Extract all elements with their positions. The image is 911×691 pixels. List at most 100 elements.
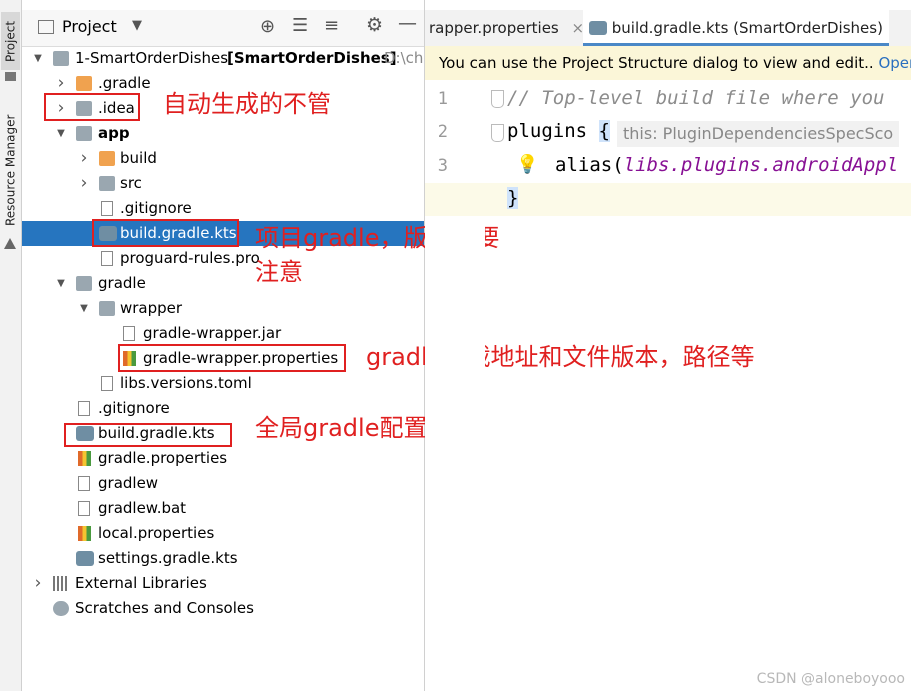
tree-item[interactable]: ▼ app (22, 121, 424, 146)
resource-manager-icon (4, 236, 16, 249)
annotation-box-root-gradle (64, 423, 232, 447)
folder-orange-icon (99, 151, 115, 166)
fold-marker-icon[interactable] (491, 124, 504, 142)
tree-item-label: gradle-wrapper.jar (143, 324, 282, 342)
code-comment: // Top-level build file where you (507, 87, 885, 109)
text-file-icon (101, 251, 113, 266)
tree-item-label: app (98, 124, 130, 142)
banner-text: You can use the Project Structure dialog… (439, 54, 874, 72)
gradle-kts-icon (76, 551, 94, 566)
toml-icon (101, 376, 113, 391)
chevron-down-icon[interactable]: ▼ (55, 121, 67, 146)
tree-item[interactable]: local.properties (22, 521, 424, 546)
tree-item-label: External Libraries (75, 574, 207, 592)
folder-icon (1, 70, 20, 84)
tree-item[interactable]: › src (22, 171, 424, 196)
tree-item[interactable]: ▼ gradle (22, 271, 424, 296)
locate-icon[interactable]: ⊕ (260, 16, 275, 37)
tree-item[interactable]: ▼ 1-SmartOrderDishes [SmartOrderDishes] D:\… (22, 46, 424, 71)
chevron-right-icon[interactable]: › (32, 571, 44, 596)
chevron-down-icon[interactable]: ▼ (55, 271, 67, 296)
tree-item-label: proguard-rules.pro (120, 249, 260, 267)
current-line-highlight (425, 183, 911, 216)
tree-item-label: gradlew.bat (98, 499, 187, 517)
tree-item-label: 1-SmartOrderDishes (75, 49, 229, 67)
libraries-icon (53, 576, 69, 591)
tree-item[interactable]: gradlew.bat (22, 496, 424, 521)
fold-marker-icon[interactable] (491, 90, 504, 108)
gitignore-file-icon (78, 401, 90, 416)
tree-item[interactable]: › External Libraries (22, 571, 424, 596)
tree-item[interactable]: gradle.properties (22, 446, 424, 471)
tab-label: build.gradle.kts (SmartOrderDishes) (611, 19, 883, 37)
tree-item[interactable]: ▼ wrapper (22, 296, 424, 321)
lightbulb-icon[interactable]: 💡 (516, 154, 538, 175)
project-view-icon (38, 20, 54, 34)
tree-item[interactable]: Scratches and Consoles (22, 596, 424, 621)
tree-item-label: gradle.properties (98, 449, 228, 467)
annotation-box-wrapper (118, 344, 346, 372)
watermark: CSDN @aloneboyooo (756, 671, 905, 687)
tree-item-label: libs.versions.toml (120, 374, 252, 392)
tree-item[interactable]: .gitignore (22, 196, 424, 221)
text-file-icon (78, 501, 90, 516)
gear-icon[interactable]: ⚙ (366, 14, 383, 36)
minimize-icon[interactable]: — (398, 12, 417, 34)
project-panel-toolbar: Project ▼ ⊕ ☰ ≡ ⚙ — (22, 10, 424, 47)
gitignore-file-icon (101, 201, 113, 216)
expand-all-icon[interactable]: ☰ (292, 15, 308, 36)
folder-gray-icon (76, 276, 92, 291)
project-tool-tab[interactable]: Project (1, 12, 20, 70)
tree-item-label: .gitignore (98, 399, 170, 417)
code-line-2: plugins { (507, 120, 610, 142)
tree-item[interactable]: settings.gradle.kts (22, 546, 424, 571)
line-number: 1 (437, 89, 448, 109)
jar-icon (123, 326, 135, 341)
line-number: 2 (437, 122, 448, 142)
tab-build-gradle-kts[interactable]: build.gradle.kts (SmartOrderDishes) (583, 10, 889, 46)
tree-item-label: wrapper (120, 299, 183, 317)
plugins-keyword: plugins (507, 120, 588, 142)
tree-item-label: settings.gradle.kts (98, 549, 238, 567)
tree-item-label: Scratches and Consoles (75, 599, 254, 617)
project-tool-tab-label: Project (3, 20, 18, 62)
collapse-all-icon[interactable]: ≡ (324, 15, 339, 36)
folder-gray-icon (99, 301, 115, 316)
tool-window-strip: Project Resource Manager (0, 0, 22, 691)
tree-item[interactable]: › build (22, 146, 424, 171)
project-view-selector[interactable]: Project (62, 17, 117, 36)
annotation-app-gradle-line2: 注意 (255, 258, 303, 286)
editor-tab-bar: rapper.properties × build.gradle.kts (Sm… (425, 10, 911, 47)
gradle-kts-icon (589, 21, 607, 35)
tree-item[interactable]: libs.versions.toml (22, 371, 424, 396)
tab-label: rapper.properties (429, 19, 559, 37)
tab-wrapper-properties[interactable]: rapper.properties × (429, 10, 584, 46)
brace-open: { (598, 120, 610, 142)
tree-item-label: gradlew (98, 474, 159, 492)
script-icon (78, 476, 90, 491)
annotation-root-gradle: 全局gradle配置 (255, 414, 428, 442)
tree-item-label: gradle (98, 274, 146, 292)
chevron-down-icon[interactable]: ▼ (78, 296, 90, 321)
alias-call: alias( (555, 154, 624, 176)
annotation-box-idea (44, 93, 140, 121)
chevron-right-icon[interactable]: › (78, 171, 90, 196)
module-path: D:\che (384, 49, 424, 67)
chevron-down-icon[interactable]: ▼ (32, 46, 44, 71)
tree-item[interactable]: gradle-wrapper.jar (22, 321, 424, 346)
module-name: [SmartOrderDishes] (227, 49, 397, 67)
brace-close: } (507, 187, 519, 209)
line-number: 3 (437, 156, 448, 176)
code-line-4: } (507, 187, 519, 209)
tree-item-label: local.properties (98, 524, 215, 542)
properties-icon (78, 451, 91, 466)
tree-item-label: src (120, 174, 142, 192)
module-icon (53, 51, 69, 66)
resource-manager-tab[interactable]: Resource Manager (1, 108, 20, 232)
folder-orange-icon (76, 76, 92, 91)
code-line-3: alias(libs.plugins.androidAppl (555, 154, 898, 176)
chevron-right-icon[interactable]: › (78, 146, 90, 171)
tree-item[interactable]: gradlew (22, 471, 424, 496)
banner-open-link[interactable]: Open ( (878, 54, 911, 72)
chevron-down-icon[interactable]: ▼ (132, 18, 142, 33)
